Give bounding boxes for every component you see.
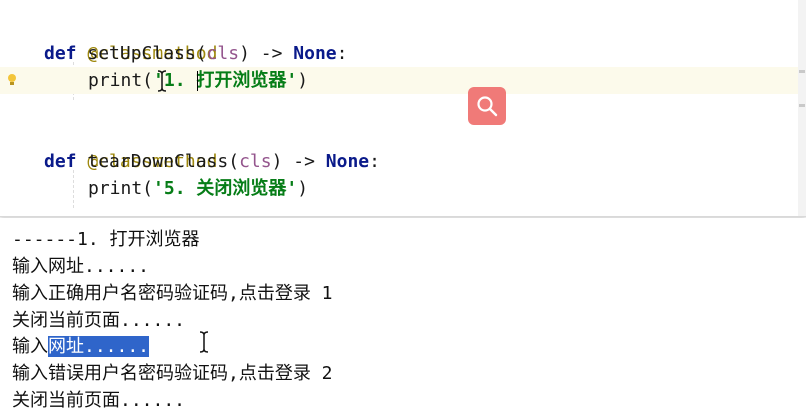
param-cls: cls	[239, 151, 272, 172]
return-arrow: ) ->	[239, 43, 294, 64]
def-keyword: def	[44, 43, 77, 64]
close-paren: )	[297, 178, 309, 199]
print-call: print(	[88, 178, 154, 199]
code-line-3-current: print('1. 打开浏览器')	[0, 67, 798, 94]
text-cursor-icon	[199, 331, 209, 353]
function-name: tearDownClass(	[76, 151, 240, 172]
code-line-5: def tearDownClass(cls) -> None:	[44, 148, 380, 175]
colon: :	[336, 43, 348, 64]
editor-scrollbar[interactable]	[798, 0, 806, 216]
string-literal: '5. 关闭浏览器'	[153, 178, 298, 199]
code-line-1: @classmethod	[44, 13, 217, 64]
scrollbar-marker	[799, 70, 805, 73]
console-line-prefix: 输入	[12, 336, 48, 357]
code-editor[interactable]: @classmethod def setUpClass(cls) -> None…	[0, 0, 806, 217]
console-line: ------1. 打开浏览器	[12, 229, 200, 250]
console-line-selected: 输入网址......	[12, 333, 150, 360]
search-button[interactable]	[468, 87, 506, 125]
none-keyword: None	[293, 43, 337, 64]
console-line: 关闭当前页面......	[12, 310, 186, 331]
text-cursor-icon	[157, 70, 167, 92]
console-line: 输入网址......	[12, 256, 150, 277]
function-name: setUpClass(	[76, 43, 207, 64]
print-call: print(	[88, 70, 154, 91]
console-line: 关闭当前页面......	[12, 390, 186, 411]
code-line-2: def setUpClass(cls) -> None:	[44, 40, 347, 67]
return-arrow: ) ->	[271, 151, 326, 172]
none-keyword: None	[325, 151, 370, 172]
selected-text[interactable]: 网址......	[48, 336, 150, 357]
string-literal: '1. 打开浏览器'	[153, 70, 298, 91]
search-icon	[477, 96, 498, 117]
code-line-4: @classmethod	[44, 121, 217, 172]
close-paren: )	[297, 70, 309, 91]
console-line: 输入正确用户名密码验证码,点击登录 1	[12, 283, 333, 304]
scrollbar-marker	[799, 104, 805, 107]
console-output[interactable]: ------1. 打开浏览器 输入网址...... 输入正确用户名密码验证码,点…	[0, 218, 806, 418]
lightbulb-icon[interactable]	[7, 73, 17, 87]
param-cls: cls	[206, 43, 240, 64]
indent-guide	[73, 170, 74, 208]
colon: :	[369, 151, 380, 172]
console-line: 输入错误用户名密码验证码,点击登录 2	[12, 363, 333, 384]
def-keyword: def	[44, 151, 77, 172]
code-line-6: print('5. 关闭浏览器')	[88, 175, 308, 202]
text-caret	[197, 71, 198, 91]
